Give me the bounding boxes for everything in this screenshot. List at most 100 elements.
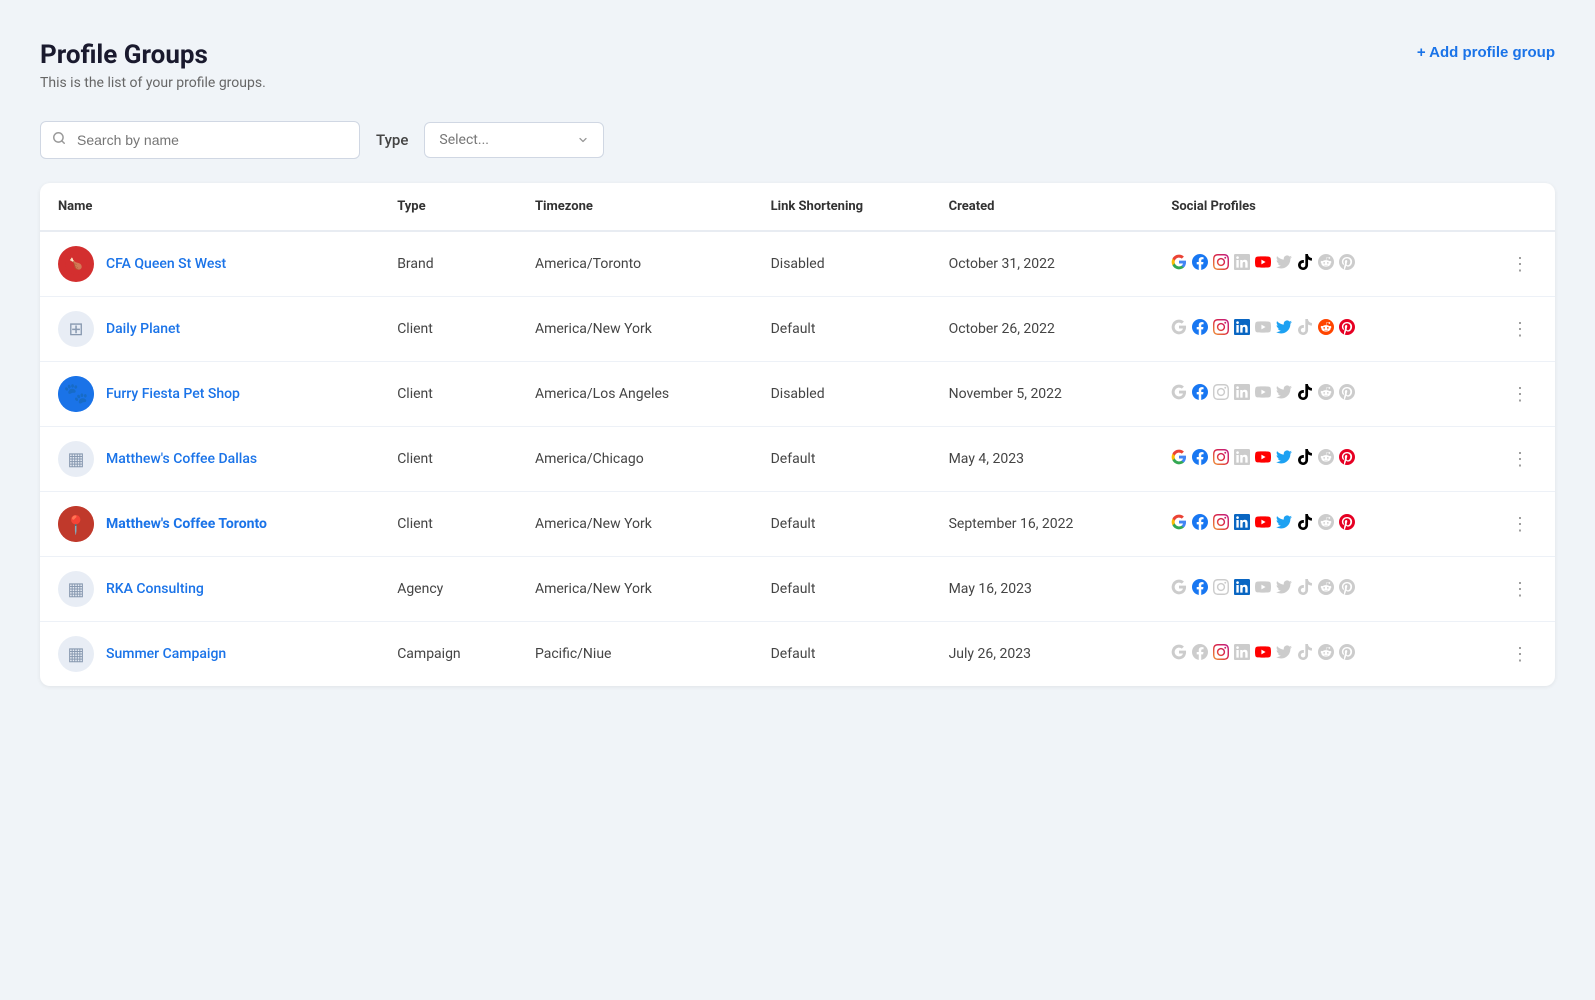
profile-groups-table: Name Type Timezone Link Shortening Creat… (40, 183, 1555, 686)
twitter-icon[interactable] (1276, 449, 1292, 469)
created-cell: November 5, 2022 (931, 362, 1154, 427)
google-icon[interactable] (1171, 319, 1187, 339)
more-actions-button[interactable]: ⋮ (1503, 640, 1537, 669)
youtube-icon[interactable] (1255, 449, 1271, 469)
linkedin-icon[interactable] (1234, 384, 1250, 404)
youtube-icon[interactable] (1255, 644, 1271, 664)
google-icon[interactable] (1171, 254, 1187, 274)
profile-name-link[interactable]: Matthew's Coffee Dallas (106, 451, 257, 467)
youtube-icon[interactable] (1255, 579, 1271, 599)
pinterest-icon[interactable] (1339, 319, 1355, 339)
reddit-icon[interactable] (1318, 449, 1334, 469)
timezone-cell: America/Los Angeles (517, 362, 753, 427)
chevron-down-icon (577, 134, 589, 146)
more-actions-button[interactable]: ⋮ (1503, 510, 1537, 539)
name-cell: ▦RKA Consulting (40, 557, 379, 622)
reddit-icon[interactable] (1318, 514, 1334, 534)
more-actions-button[interactable]: ⋮ (1503, 315, 1537, 344)
linkedin-icon[interactable] (1234, 254, 1250, 274)
profile-name-link[interactable]: Matthew's Coffee Toronto (106, 516, 267, 532)
facebook-icon[interactable] (1192, 254, 1208, 274)
instagram-icon[interactable] (1213, 514, 1229, 534)
more-actions-button[interactable]: ⋮ (1503, 380, 1537, 409)
more-actions-button[interactable]: ⋮ (1503, 250, 1537, 279)
instagram-icon[interactable] (1213, 449, 1229, 469)
youtube-icon[interactable] (1255, 514, 1271, 534)
facebook-icon[interactable] (1192, 449, 1208, 469)
col-name: Name (40, 183, 379, 231)
facebook-icon[interactable] (1192, 579, 1208, 599)
profile-name-link[interactable]: Daily Planet (106, 321, 180, 337)
linkedin-icon[interactable] (1234, 644, 1250, 664)
linkedin-icon[interactable] (1234, 319, 1250, 339)
link-shortening-cell: Default (753, 557, 931, 622)
instagram-icon[interactable] (1213, 579, 1229, 599)
table-row: ▦RKA ConsultingAgencyAmerica/New YorkDef… (40, 557, 1555, 622)
table-row: 📍Matthew's Coffee TorontoClientAmerica/N… (40, 492, 1555, 557)
social-profiles-cell (1153, 492, 1458, 557)
profile-name-link[interactable]: RKA Consulting (106, 581, 204, 597)
linkedin-icon[interactable] (1234, 449, 1250, 469)
google-icon[interactable] (1171, 514, 1187, 534)
pinterest-icon[interactable] (1339, 579, 1355, 599)
youtube-icon[interactable] (1255, 384, 1271, 404)
col-created: Created (931, 183, 1154, 231)
twitter-icon[interactable] (1276, 579, 1292, 599)
more-actions-button[interactable]: ⋮ (1503, 445, 1537, 474)
twitter-icon[interactable] (1276, 384, 1292, 404)
pinterest-icon[interactable] (1339, 514, 1355, 534)
twitter-icon[interactable] (1276, 254, 1292, 274)
profile-name-link[interactable]: Summer Campaign (106, 646, 226, 662)
type-select-dropdown[interactable]: Select... (424, 122, 604, 158)
link-shortening-cell: Default (753, 427, 931, 492)
pinterest-icon[interactable] (1339, 449, 1355, 469)
tiktok-icon[interactable] (1297, 514, 1313, 534)
table-header-row: Name Type Timezone Link Shortening Creat… (40, 183, 1555, 231)
linkedin-icon[interactable] (1234, 579, 1250, 599)
tiktok-icon[interactable] (1297, 449, 1313, 469)
instagram-icon[interactable] (1213, 319, 1229, 339)
link-shortening-cell: Disabled (753, 231, 931, 297)
google-icon[interactable] (1171, 644, 1187, 664)
instagram-icon[interactable] (1213, 254, 1229, 274)
youtube-icon[interactable] (1255, 319, 1271, 339)
tiktok-icon[interactable] (1297, 579, 1313, 599)
reddit-icon[interactable] (1318, 384, 1334, 404)
more-actions-button[interactable]: ⋮ (1503, 575, 1537, 604)
google-icon[interactable] (1171, 579, 1187, 599)
google-icon[interactable] (1171, 449, 1187, 469)
col-timezone: Timezone (517, 183, 753, 231)
reddit-icon[interactable] (1318, 319, 1334, 339)
add-profile-group-button[interactable]: + Add profile group (1417, 40, 1555, 61)
youtube-icon[interactable] (1255, 254, 1271, 274)
twitter-icon[interactable] (1276, 319, 1292, 339)
facebook-icon[interactable] (1192, 644, 1208, 664)
instagram-icon[interactable] (1213, 644, 1229, 664)
social-profiles-cell (1153, 362, 1458, 427)
profile-name-link[interactable]: Furry Fiesta Pet Shop (106, 386, 240, 402)
facebook-icon[interactable] (1192, 319, 1208, 339)
reddit-icon[interactable] (1318, 579, 1334, 599)
tiktok-icon[interactable] (1297, 644, 1313, 664)
created-cell: May 16, 2023 (931, 557, 1154, 622)
tiktok-icon[interactable] (1297, 384, 1313, 404)
tiktok-icon[interactable] (1297, 254, 1313, 274)
pinterest-icon[interactable] (1339, 644, 1355, 664)
tiktok-icon[interactable] (1297, 319, 1313, 339)
google-icon[interactable] (1171, 384, 1187, 404)
reddit-icon[interactable] (1318, 644, 1334, 664)
twitter-icon[interactable] (1276, 644, 1292, 664)
type-cell: Campaign (379, 622, 517, 687)
timezone-cell: America/New York (517, 492, 753, 557)
profile-name-link[interactable]: CFA Queen St West (106, 256, 226, 272)
facebook-icon[interactable] (1192, 514, 1208, 534)
pinterest-icon[interactable] (1339, 254, 1355, 274)
instagram-icon[interactable] (1213, 384, 1229, 404)
search-input[interactable] (40, 121, 360, 159)
pinterest-icon[interactable] (1339, 384, 1355, 404)
linkedin-icon[interactable] (1234, 514, 1250, 534)
facebook-icon[interactable] (1192, 384, 1208, 404)
reddit-icon[interactable] (1318, 254, 1334, 274)
twitter-icon[interactable] (1276, 514, 1292, 534)
created-cell: October 26, 2022 (931, 297, 1154, 362)
